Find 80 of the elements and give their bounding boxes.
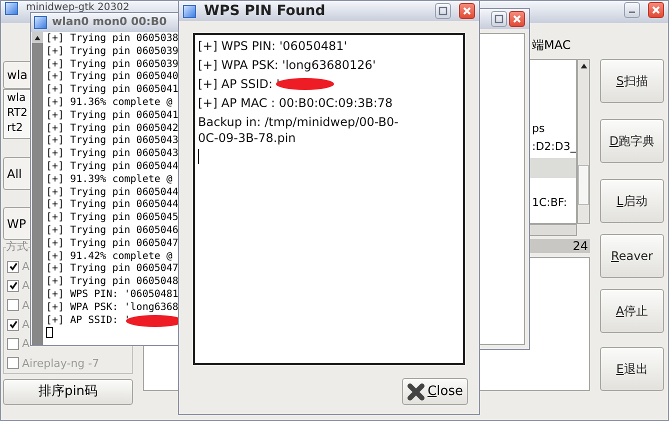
window-icon bbox=[5, 2, 18, 15]
maximize-icon[interactable] bbox=[435, 3, 451, 19]
interface-entry[interactable]: wla bbox=[7, 90, 26, 105]
terminal-line: [+] Trying pin 0605041 bbox=[46, 110, 178, 123]
minimize-icon[interactable] bbox=[624, 2, 640, 18]
close-icon bbox=[406, 382, 425, 400]
terminal-line: [+] WPA PSK: 'long6368 bbox=[46, 302, 178, 315]
scroll-up-arrow-icon[interactable] bbox=[34, 34, 41, 42]
window-icon bbox=[34, 16, 47, 29]
vertical-scrollbar[interactable] bbox=[577, 59, 590, 224]
terminal-line: [+] Trying pin 0605040 bbox=[46, 71, 178, 84]
window-title: minidwep-gtk 20302 bbox=[26, 2, 130, 13]
channel-button[interactable]: All bbox=[3, 157, 31, 190]
terminal-line: [+] Trying pin 0605046 bbox=[46, 224, 178, 238]
window-icon bbox=[183, 4, 196, 18]
terminal-line: [+] Trying pin 0605047 bbox=[46, 238, 178, 251]
checkbox-label: A bbox=[22, 337, 30, 350]
count-label: 24 bbox=[572, 239, 588, 253]
result-line: Backup in: /tmp/minidwep/00-B0-0C-09-3B-78.pin bbox=[198, 114, 400, 146]
window-title: wlan0 mon0 00:B0 bbox=[52, 14, 167, 30]
checkbox[interactable] bbox=[7, 260, 19, 273]
terminal-line: [+] Trying pin 0605048 bbox=[46, 276, 178, 289]
interface-button[interactable]: wla bbox=[3, 61, 31, 89]
scroll-thumb[interactable] bbox=[578, 165, 589, 205]
checkbox-label: Aireplay-ng -7 bbox=[22, 356, 100, 370]
vertical-scrollbar[interactable] bbox=[32, 32, 43, 345]
action-button[interactable]: A停止 bbox=[600, 289, 664, 333]
encryption-button[interactable]: WP bbox=[3, 207, 31, 240]
ap-entry[interactable]: :D2:D3_ bbox=[532, 138, 576, 156]
terminal-line: [+] Trying pin 0605041 bbox=[46, 84, 178, 97]
terminal-line: [+] Trying pin 0605047 bbox=[46, 263, 178, 276]
action-button[interactable]: D跑字典 bbox=[600, 119, 664, 163]
close-button[interactable]: Close bbox=[402, 378, 468, 405]
terminal-line: [+] WPS PIN: '06050481 bbox=[46, 288, 178, 302]
action-button[interactable]: Reaver bbox=[600, 234, 664, 278]
terminal-line: [+] Trying pin 0605039 bbox=[46, 58, 178, 71]
ap-entry[interactable]: 1C:BF: bbox=[532, 194, 568, 212]
terminal-line: [+] Trying pin 0605043 bbox=[46, 148, 178, 161]
close-icon[interactable] bbox=[459, 3, 475, 19]
sort-pin-button[interactable]: 排序pin码 bbox=[3, 379, 133, 405]
terminal-line: [+] 91.39% complete @ bbox=[46, 174, 172, 187]
terminal-line: [+] Trying pin 0605044 bbox=[46, 199, 178, 212]
interface-entry[interactable]: rt2 bbox=[7, 120, 23, 135]
terminal-line: [+] Trying pin 0605044 bbox=[46, 160, 178, 174]
action-button[interactable]: S扫描 bbox=[600, 59, 664, 103]
checkbox[interactable] bbox=[7, 338, 19, 350]
window-title: WPS PIN Found bbox=[204, 2, 326, 20]
checkbox-label: A bbox=[22, 298, 30, 312]
maximize-icon[interactable] bbox=[491, 11, 507, 27]
group-label: 方式 bbox=[6, 240, 28, 253]
terminal-line: [+] 91.36% complete @ bbox=[46, 96, 172, 110]
interface-entry[interactable]: RT2 bbox=[7, 105, 28, 120]
column-header: 端MAC bbox=[532, 37, 571, 54]
checkbox-label: A bbox=[22, 279, 30, 292]
terminal-line: [+] Trying pin 0605044 bbox=[46, 186, 178, 199]
terminal-line: [+] Trying pin 0605042 bbox=[46, 122, 178, 135]
checkbox[interactable] bbox=[7, 299, 19, 312]
close-icon[interactable] bbox=[648, 2, 664, 18]
ap-entry[interactable]: ps bbox=[532, 120, 545, 138]
close-icon[interactable] bbox=[509, 11, 525, 27]
terminal-line: [+] Trying pin 0605043 bbox=[46, 135, 178, 148]
checkbox-label: A bbox=[22, 318, 30, 332]
terminal-line: [+] Trying pin 0605045 bbox=[46, 212, 178, 225]
terminal-line: [+] Trying pin 0605038 bbox=[46, 33, 178, 46]
terminal-line: [+] 91.42% complete @ bbox=[46, 250, 172, 263]
action-button[interactable]: L启动 bbox=[600, 179, 664, 223]
terminal-line: [+] AP SSID: ' bbox=[46, 314, 130, 328]
terminal-cursor bbox=[46, 327, 53, 338]
checkbox-label: A bbox=[22, 260, 30, 274]
checkbox[interactable] bbox=[7, 357, 19, 370]
checkbox[interactable] bbox=[7, 318, 19, 331]
result-line: [+] WPS PIN: '06050481' bbox=[198, 38, 348, 54]
interface-list[interactable]: wla RT2 rt2 bbox=[3, 89, 31, 139]
scroll-up-arrow-icon[interactable] bbox=[580, 62, 588, 70]
terminal-line: [+] Trying pin 0605039 bbox=[46, 46, 178, 59]
result-line: [+] WPA PSK: 'long63680126' bbox=[198, 57, 376, 73]
result-line: [+] AP MAC : 00:B0:0C:09:3B:78 bbox=[198, 95, 393, 111]
text-cursor bbox=[198, 149, 199, 164]
checkbox[interactable] bbox=[7, 280, 19, 292]
action-button[interactable]: E退出 bbox=[600, 347, 664, 391]
